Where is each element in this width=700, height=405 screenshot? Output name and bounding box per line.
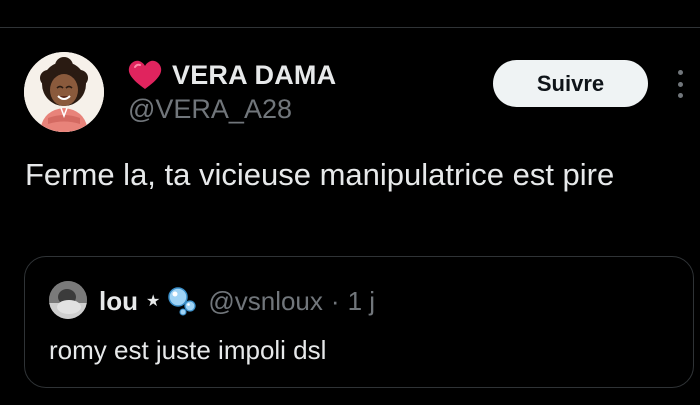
cartoon-avatar-icon (24, 52, 104, 132)
bubbles-icon (168, 287, 196, 316)
quote-author-avatar[interactable] (49, 281, 87, 319)
quote-text: romy est juste impoli dsl (49, 335, 327, 365)
star-icon: ★ (146, 293, 161, 310)
quote-header: lou ★ @vsnloux · 1 j (99, 284, 375, 318)
red-heart-icon (128, 60, 162, 89)
more-dot (677, 93, 683, 98)
quote-timestamp[interactable]: 1 j (348, 286, 375, 317)
follow-button[interactable]: Suivre (493, 60, 648, 107)
author-handle[interactable]: @VERA_A28 (128, 94, 336, 125)
author-block: VERA DAMA @VERA_A28 (128, 58, 336, 125)
tweet-text: Ferme la, ta vicieuse manipulatrice est … (25, 157, 615, 192)
quote-handle[interactable]: @vsnloux (208, 286, 323, 317)
author-avatar[interactable] (24, 52, 104, 132)
author-name-row[interactable]: VERA DAMA (128, 58, 336, 92)
more-dot (677, 70, 683, 75)
top-divider (0, 27, 700, 28)
separator-dot: · (330, 285, 340, 316)
quoted-tweet-card[interactable]: lou ★ @vsnloux · 1 j romy est juste impo… (24, 256, 694, 388)
author-display-name[interactable]: VERA DAMA (172, 60, 336, 91)
quote-display-name[interactable]: lou (99, 286, 138, 317)
more-options-icon[interactable] (672, 66, 688, 102)
more-dot (677, 81, 683, 87)
photo-avatar-icon (49, 281, 87, 319)
